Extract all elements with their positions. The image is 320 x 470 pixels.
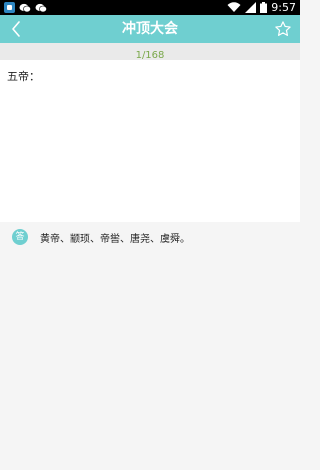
progress-indicator: 1/168 bbox=[0, 43, 300, 61]
answer-text: 黄帝、颛顼、帝喾、唐尧、虞舜。 bbox=[40, 234, 190, 245]
question-card: 五帝： bbox=[0, 60, 300, 222]
status-bar: 9:57 bbox=[0, 0, 300, 15]
wechat-icon bbox=[19, 3, 31, 12]
chevron-left-icon bbox=[12, 21, 20, 37]
wechat-icon bbox=[35, 3, 47, 12]
answer-badge: 答 bbox=[12, 229, 28, 245]
wifi-icon bbox=[227, 2, 241, 13]
system-icons: 9:57 bbox=[227, 0, 296, 15]
star-outline-icon bbox=[275, 21, 291, 36]
signal-icon bbox=[245, 2, 257, 13]
answer-row: 答 黄帝、颛顼、帝喾、唐尧、虞舜。 bbox=[0, 222, 300, 252]
clock: 9:57 bbox=[271, 1, 296, 14]
app-icon bbox=[4, 2, 15, 13]
page-title: 冲顶大会 bbox=[122, 21, 178, 37]
back-button[interactable] bbox=[6, 19, 26, 39]
question-text: 五帝： bbox=[7, 70, 40, 83]
battery-icon bbox=[260, 2, 268, 13]
favorite-button[interactable] bbox=[272, 18, 294, 40]
title-bar: 冲顶大会 bbox=[0, 15, 300, 43]
notification-icons bbox=[4, 1, 47, 14]
